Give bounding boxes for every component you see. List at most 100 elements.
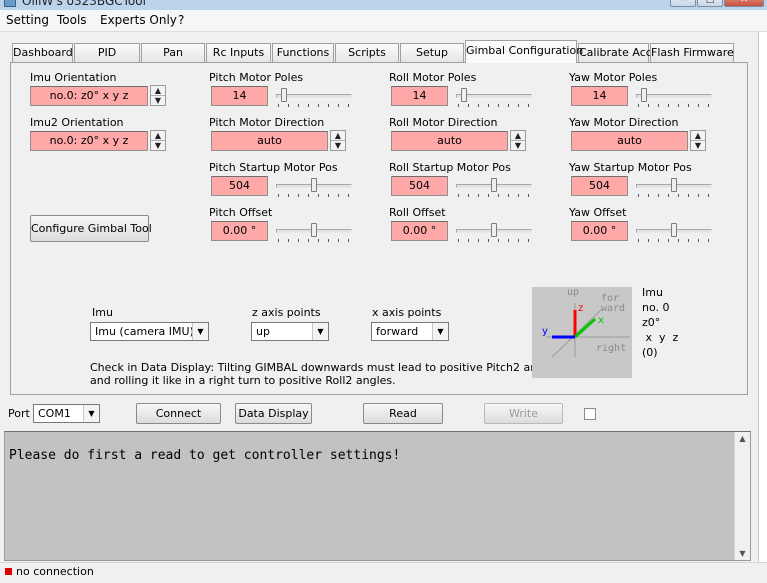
chevron-down-icon[interactable]: ▼ <box>432 323 448 340</box>
status-bar: no connection <box>0 562 767 583</box>
slider-thumb[interactable] <box>281 88 287 102</box>
console-scrollbar[interactable]: ▲ ▼ <box>734 432 750 560</box>
spin-down-icon[interactable]: ▼ <box>691 141 705 151</box>
spin-up-icon[interactable]: ▲ <box>511 131 525 141</box>
menu-help[interactable]: ? <box>178 13 184 27</box>
roll-motor-poles-field[interactable]: 14 <box>391 86 448 106</box>
menu-bar: Setting Tools Experts Only ? <box>0 10 767 32</box>
slider-thumb[interactable] <box>311 178 317 192</box>
connect-button[interactable]: Connect <box>136 403 221 424</box>
pitch-motor-direction-spinner[interactable]: ▲ ▼ <box>330 130 346 151</box>
read-button[interactable]: Read <box>363 403 443 424</box>
spin-down-icon[interactable]: ▼ <box>151 141 165 151</box>
imu-select[interactable]: Imu (camera IMU) ▼ <box>90 322 209 341</box>
spin-down-icon[interactable]: ▼ <box>151 96 165 106</box>
imu-orientation-label: Imu Orientation <box>30 71 117 84</box>
window-title: OlliW's o323BGCTool <box>22 0 146 8</box>
spin-down-icon[interactable]: ▼ <box>331 141 345 151</box>
roll-motor-poles-slider[interactable] <box>454 87 534 107</box>
configure-gimbal-tool-button[interactable]: Configure Gimbal Tool <box>30 215 152 242</box>
slider-thumb[interactable] <box>491 178 497 192</box>
imu2-orientation-label: Imu2 Orientation <box>30 116 124 129</box>
roll-motor-direction-label: Roll Motor Direction <box>389 116 498 129</box>
yaw-motor-direction-spinner[interactable]: ▲ ▼ <box>690 130 706 151</box>
write-checkbox[interactable] <box>584 408 596 420</box>
pitch-motor-poles-slider[interactable] <box>274 87 354 107</box>
write-button[interactable]: Write <box>484 403 563 424</box>
slider-thumb[interactable] <box>671 223 677 237</box>
scroll-up-icon[interactable]: ▲ <box>735 434 750 443</box>
roll-offset-field[interactable]: 0.00 ° <box>391 221 448 241</box>
tab-setup[interactable]: Setup <box>400 43 464 62</box>
imu-info-code: (0) <box>642 346 658 359</box>
imu-orientation-widget: up for ward right z x y <box>532 287 632 378</box>
slider-thumb[interactable] <box>491 223 497 237</box>
close-icon[interactable]: ✕ <box>724 0 764 7</box>
z-axis-select[interactable]: up ▼ <box>251 322 329 341</box>
imu-orientation-spinner[interactable]: ▲ ▼ <box>150 85 166 106</box>
tab-pan[interactable]: Pan <box>141 43 205 62</box>
yaw-offset-field[interactable]: 0.00 ° <box>571 221 628 241</box>
tab-functions[interactable]: Functions <box>272 43 334 62</box>
yaw-motor-poles-label: Yaw Motor Poles <box>569 71 658 84</box>
slider-thumb[interactable] <box>311 223 317 237</box>
tab-scripts[interactable]: Scripts <box>335 43 399 62</box>
imu2-orientation-field[interactable]: no.0: z0° x y z <box>30 131 148 151</box>
chevron-down-icon[interactable]: ▼ <box>312 323 328 340</box>
connection-status-icon <box>5 568 12 575</box>
minimize-icon[interactable]: — <box>670 0 696 7</box>
data-display-button[interactable]: Data Display <box>235 403 312 424</box>
tab-pid[interactable]: PID <box>74 43 140 62</box>
spin-up-icon[interactable]: ▲ <box>691 131 705 141</box>
chevron-down-icon[interactable]: ▼ <box>83 405 99 422</box>
yaw-motor-direction-field[interactable]: auto <box>571 131 688 151</box>
imu2-orientation-spinner[interactable]: ▲ ▼ <box>150 130 166 151</box>
status-text: no connection <box>16 565 94 578</box>
yaw-startup-motor-pos-field[interactable]: 504 <box>571 176 628 196</box>
menu-tools[interactable]: Tools <box>57 13 87 27</box>
menu-experts-only[interactable]: Experts Only <box>100 13 177 27</box>
spin-up-icon[interactable]: ▲ <box>331 131 345 141</box>
slider-thumb[interactable] <box>461 88 467 102</box>
spin-up-icon[interactable]: ▲ <box>151 131 165 141</box>
slider-thumb[interactable] <box>641 88 647 102</box>
pitch-offset-label: Pitch Offset <box>209 206 273 219</box>
console-output[interactable]: Please do first a read to get controller… <box>4 431 751 561</box>
hint-line-2: and rolling it like in a right turn to p… <box>90 374 396 387</box>
port-select[interactable]: COM1 ▼ <box>33 404 100 423</box>
yaw-motor-direction-label: Yaw Motor Direction <box>569 116 679 129</box>
roll-motor-direction-spinner[interactable]: ▲ ▼ <box>510 130 526 151</box>
yaw-motor-poles-field[interactable]: 14 <box>571 86 628 106</box>
pitch-motor-direction-field[interactable]: auto <box>211 131 328 151</box>
imu-orientation-field[interactable]: no.0: z0° x y z <box>30 86 148 106</box>
roll-startup-motor-pos-label: Roll Startup Motor Pos <box>389 161 511 174</box>
yaw-offset-slider[interactable] <box>634 222 714 242</box>
yaw-motor-poles-slider[interactable] <box>634 87 714 107</box>
yaw-startup-motor-pos-slider[interactable] <box>634 177 714 197</box>
menu-setting[interactable]: Setting <box>6 13 49 27</box>
tab-dashboard[interactable]: Dashboard <box>12 43 73 62</box>
pitch-startup-motor-pos-field[interactable]: 504 <box>211 176 268 196</box>
maximize-icon[interactable]: □ <box>697 0 723 7</box>
pitch-startup-motor-pos-slider[interactable] <box>274 177 354 197</box>
slider-thumb[interactable] <box>671 178 677 192</box>
pitch-offset-slider[interactable] <box>274 222 354 242</box>
spin-down-icon[interactable]: ▼ <box>511 141 525 151</box>
imu-info-axes: x y z <box>642 331 679 344</box>
roll-startup-motor-pos-field[interactable]: 504 <box>391 176 448 196</box>
tab-flash-firmware[interactable]: Flash Firmware <box>650 43 734 62</box>
roll-offset-slider[interactable] <box>454 222 534 242</box>
pitch-motor-poles-label: Pitch Motor Poles <box>209 71 304 84</box>
spin-up-icon[interactable]: ▲ <box>151 86 165 96</box>
roll-motor-direction-field[interactable]: auto <box>391 131 508 151</box>
scroll-down-icon[interactable]: ▼ <box>735 549 750 558</box>
tab-calibrate-acc[interactable]: Calibrate Acc <box>578 43 652 62</box>
pitch-offset-field[interactable]: 0.00 ° <box>211 221 268 241</box>
port-label: Port <box>8 407 30 420</box>
x-axis-select[interactable]: forward ▼ <box>371 322 449 341</box>
tab-rc-inputs[interactable]: Rc Inputs <box>206 43 271 62</box>
roll-startup-motor-pos-slider[interactable] <box>454 177 534 197</box>
chevron-down-icon[interactable]: ▼ <box>192 323 208 340</box>
tab-gimbal-configuration[interactable]: Gimbal Configuration <box>465 40 583 63</box>
pitch-motor-poles-field[interactable]: 14 <box>211 86 268 106</box>
